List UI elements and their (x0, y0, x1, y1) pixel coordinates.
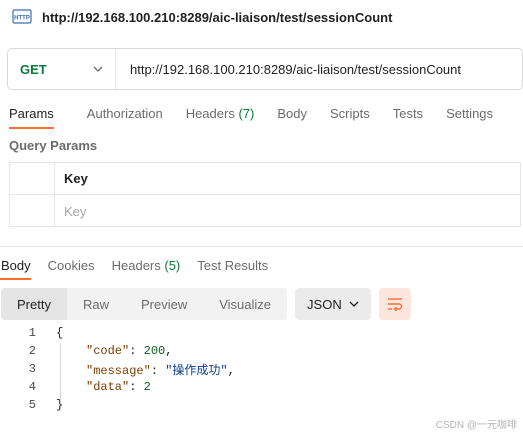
tab-response-body[interactable]: Body (0, 252, 31, 280)
wrap-lines-button[interactable] (379, 288, 412, 320)
response-view-toolbar: Pretty Raw Preview Visualize JSON (1, 288, 412, 320)
indent-guide (60, 344, 61, 402)
code-line: 4 "data": 2 (0, 378, 523, 396)
view-pretty-button[interactable]: Pretty (1, 288, 67, 320)
tab-response-headers[interactable]: Headers (5) (111, 252, 181, 280)
tab-tests[interactable]: Tests (393, 100, 423, 129)
tab-cookies[interactable]: Cookies (47, 252, 95, 280)
query-params-table: Key Key (9, 162, 521, 227)
open-brace: { (56, 326, 64, 340)
watermark: CSDN @一元咖啡 (435, 420, 517, 431)
code-line: 5 } (0, 396, 523, 414)
request-tabs: Params Authorization Headers (7) Body Sc… (0, 100, 523, 130)
query-params-title: Query Params (9, 138, 98, 153)
response-divider (0, 246, 523, 247)
json-key: "message" (86, 363, 151, 378)
http-icon-label: HTTP (14, 16, 30, 22)
tab-test-results[interactable]: Test Results (196, 252, 268, 280)
http-icon: HTTP (12, 8, 32, 26)
checkbox-column (10, 163, 55, 194)
line-number: 3 (28, 362, 36, 376)
response-headers-count: (5) (164, 258, 181, 273)
row-checkbox[interactable] (10, 195, 55, 227)
url-input[interactable] (116, 49, 522, 89)
view-visualize-button[interactable]: Visualize (203, 288, 287, 320)
tab-params[interactable]: Params (9, 100, 54, 129)
tab-headers[interactable]: Headers (7) (186, 100, 255, 129)
json-value: 200 (143, 344, 166, 358)
json-value: "操作成功" (165, 363, 228, 378)
view-preview-button[interactable]: Preview (125, 288, 203, 320)
table-header-row: Key (10, 163, 520, 195)
tab-scripts[interactable]: Scripts (330, 100, 370, 129)
line-number: 4 (28, 380, 36, 394)
code-line: 2 "code": 200, (0, 342, 523, 360)
chevron-down-icon (349, 301, 359, 307)
view-raw-button[interactable]: Raw (67, 288, 125, 320)
format-select-value: JSON (307, 296, 342, 312)
table-row: Key (10, 195, 520, 227)
headers-count: (7) (238, 106, 255, 121)
response-tabs: Body Cookies Headers (5) Test Results (0, 252, 523, 280)
method-select[interactable]: GET (8, 49, 116, 89)
tab-authorization[interactable]: Authorization (87, 100, 163, 129)
json-key: "data" (86, 380, 130, 394)
line-number: 5 (28, 398, 36, 412)
request-title-bar: HTTP http://192.168.100.210:8289/aic-lia… (0, 0, 523, 34)
request-bar: GET (7, 48, 523, 90)
key-input[interactable]: Key (55, 195, 520, 227)
chevron-down-icon (93, 66, 103, 72)
method-label: GET (20, 61, 47, 77)
response-body-editor[interactable]: 1 { 2 "code": 200, 3 "message": "操作成功", … (0, 324, 523, 414)
tab-body[interactable]: Body (277, 100, 307, 129)
tab-settings[interactable]: Settings (446, 100, 493, 129)
json-value: 2 (143, 380, 151, 394)
code-line: 3 "message": "操作成功", (0, 360, 523, 378)
view-mode-segment: Pretty Raw Preview Visualize (1, 288, 288, 320)
code-line: 1 { (0, 324, 523, 342)
format-select[interactable]: JSON (295, 288, 372, 320)
wrap-lines-icon (388, 298, 403, 311)
key-column-header: Key (64, 171, 88, 186)
request-title[interactable]: http://192.168.100.210:8289/aic-liaison/… (42, 10, 392, 25)
line-number: 2 (28, 344, 36, 358)
json-key: "code" (86, 344, 130, 358)
line-number: 1 (28, 326, 36, 340)
